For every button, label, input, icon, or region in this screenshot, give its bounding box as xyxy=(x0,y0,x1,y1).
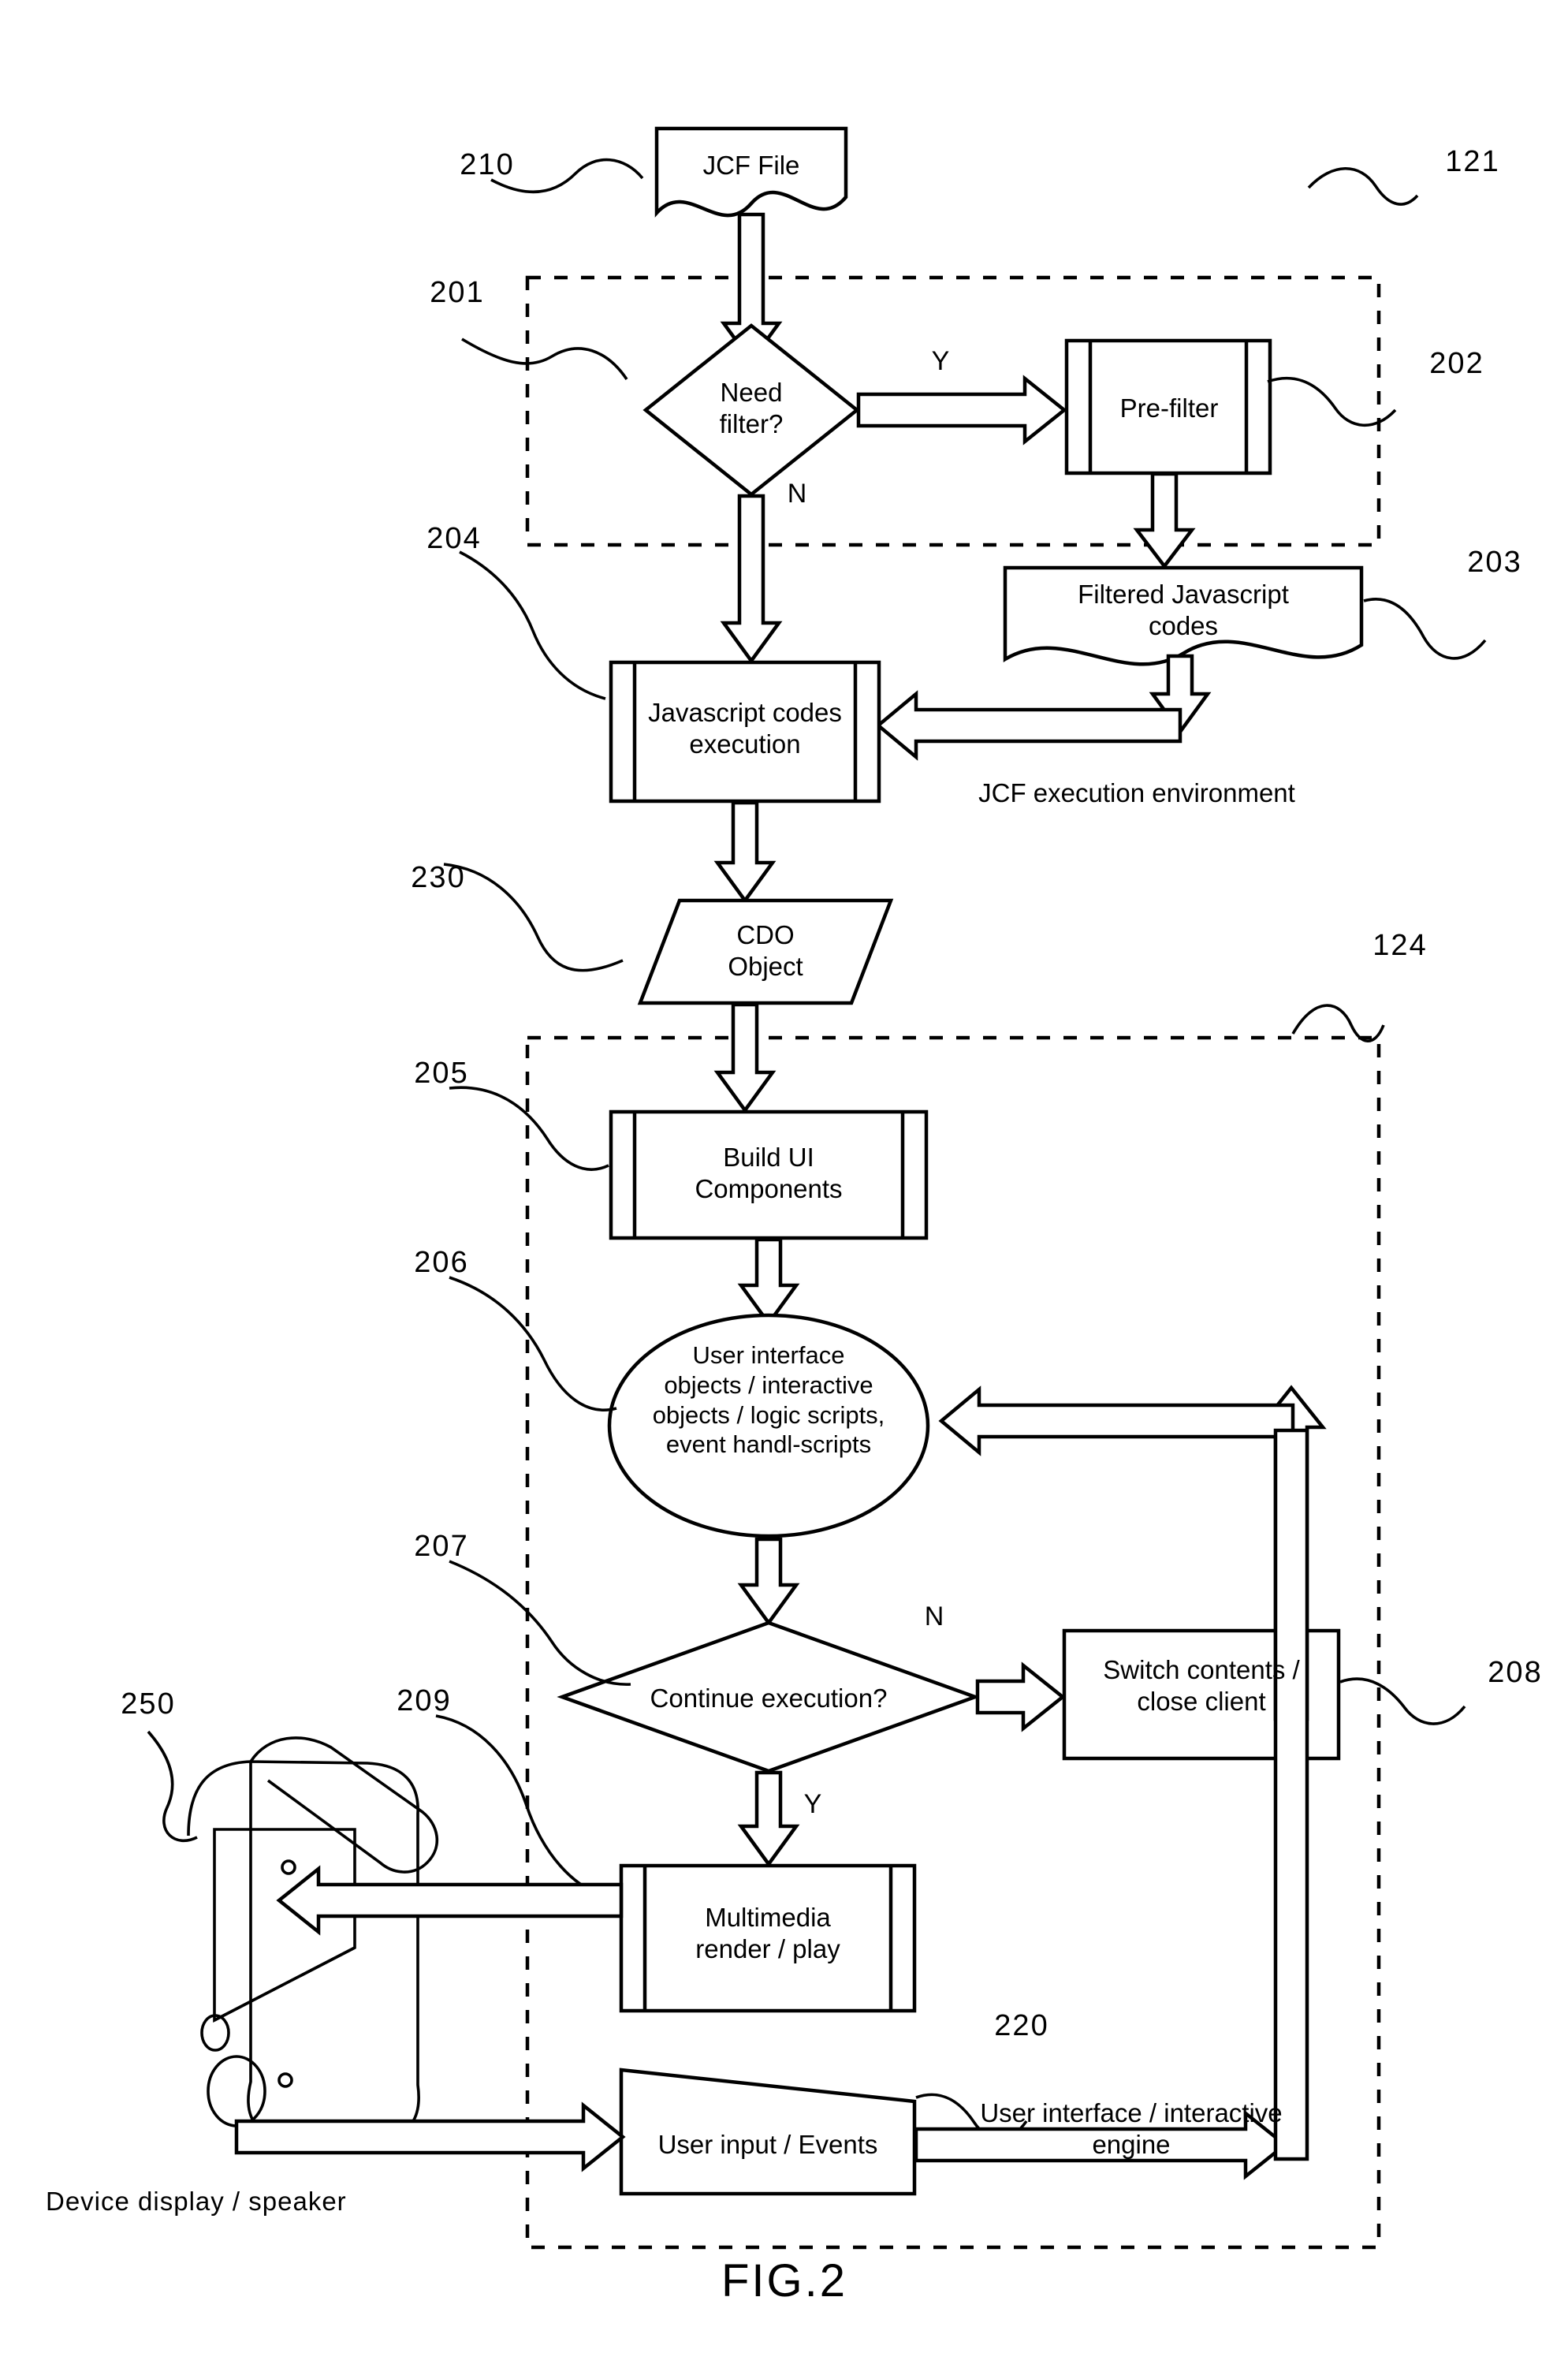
feedback-userinput-to-rail xyxy=(914,1428,1309,2180)
arrow-device-to-userinput xyxy=(234,2101,626,2172)
javascript-codes-execution-node xyxy=(609,660,881,804)
arrow-needfilter-no-to-jsexec xyxy=(720,494,783,664)
arrow-continue-no-to-switch xyxy=(975,1661,1066,1732)
user-input-events-node xyxy=(619,2068,917,2196)
arrow-prefilter-to-filteredjs xyxy=(1133,472,1196,569)
need-filter-decision xyxy=(642,323,860,497)
pre-filter-node xyxy=(1064,338,1272,475)
ui-objects-ellipse-node xyxy=(607,1313,930,1538)
figure-linework: .ln { fill:none; stroke:#000; stroke-wid… xyxy=(147,126,1487,2250)
arrow-needfilter-yes-to-prefilter xyxy=(856,375,1067,446)
arrow-uiobjects-to-continue xyxy=(737,1537,800,1626)
continue-execution-decision xyxy=(557,1620,981,1773)
cdo-object-node xyxy=(637,898,894,1005)
build-ui-components-node xyxy=(609,1109,929,1240)
patent-figure: .ln { fill:none; stroke:#000; stroke-wid… xyxy=(0,0,1568,2379)
arrow-continue-yes-to-multimedia xyxy=(737,1770,800,1867)
filtered-javascript-codes-node xyxy=(1003,565,1364,666)
arrow-cdo-to-buildui xyxy=(713,1002,777,1113)
arrow-jsexec-to-cdo xyxy=(713,800,777,904)
arrow-filteredjs-to-jsexec xyxy=(875,654,1212,761)
device-illustration xyxy=(187,1736,439,2143)
multimedia-render-play-node xyxy=(619,1863,917,2013)
arrow-buildui-to-uiobjects xyxy=(737,1237,800,1326)
jcf-file-node xyxy=(654,126,848,218)
arrow-multimedia-to-device xyxy=(276,1865,624,1936)
